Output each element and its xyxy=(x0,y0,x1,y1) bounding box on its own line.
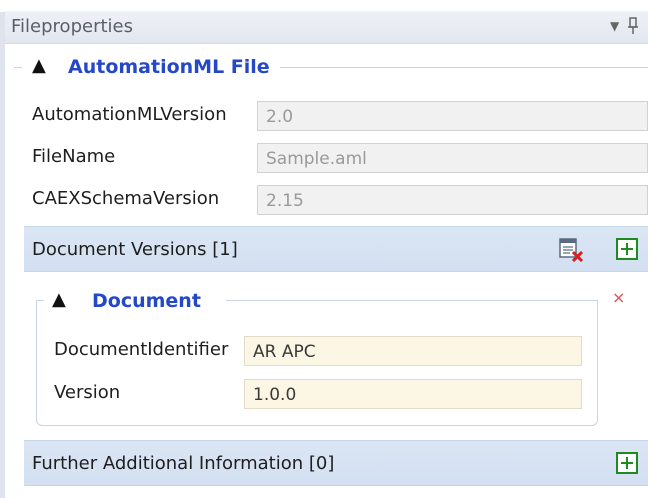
version-field[interactable]: 1.0.0 xyxy=(244,379,582,409)
add-icon[interactable] xyxy=(616,452,638,474)
chevron-down-icon[interactable]: ▼ xyxy=(610,19,619,33)
filename-field[interactable]: Sample.aml xyxy=(257,143,648,173)
fileproperties-panel: Fileproperties ▼ ▲ AutomationML File Aut… xyxy=(0,0,648,498)
document-identifier-field[interactable]: AR APC xyxy=(244,336,582,366)
property-label: Version xyxy=(54,382,121,403)
panel-left-border xyxy=(0,12,5,498)
document-versions-label: Document Versions [1] xyxy=(32,239,238,260)
group-border-right xyxy=(280,67,648,68)
add-icon[interactable] xyxy=(616,238,638,260)
pin-icon[interactable] xyxy=(627,16,641,36)
panel-title: Fileproperties xyxy=(11,16,133,37)
document-versions-bar: Document Versions [1] xyxy=(24,226,648,272)
further-info-bar: Further Additional Information [0] xyxy=(24,440,648,486)
property-label: FileName xyxy=(32,146,116,167)
caex-schema-version-field[interactable]: 2.15 xyxy=(257,185,648,215)
property-label: DocumentIdentifier xyxy=(54,339,229,360)
triangle-up-icon[interactable]: ▲ xyxy=(32,57,46,75)
delete-list-icon[interactable] xyxy=(559,238,585,262)
group-border-right xyxy=(226,300,598,301)
document-group-title: Document xyxy=(92,290,201,312)
panel-titlebar: Fileproperties ▼ xyxy=(5,11,648,44)
property-label: AutomationMLVersion xyxy=(32,104,227,125)
further-info-label: Further Additional Information [0] xyxy=(32,453,335,474)
property-label: CAEXSchemaVersion xyxy=(32,188,220,209)
delete-document-icon[interactable]: × xyxy=(612,288,625,307)
automationml-group-title: AutomationML File xyxy=(68,56,270,78)
group-border-left xyxy=(36,300,44,301)
automationml-version-field[interactable]: 2.0 xyxy=(257,101,648,131)
group-border-left xyxy=(14,67,22,68)
triangle-up-icon[interactable]: ▲ xyxy=(52,291,66,309)
